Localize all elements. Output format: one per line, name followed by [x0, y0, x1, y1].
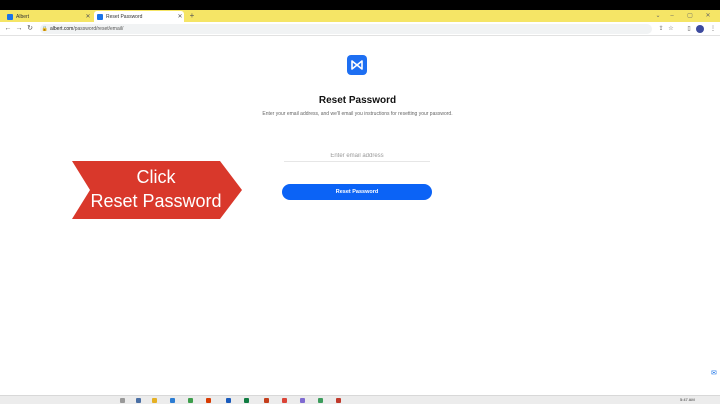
app-icon[interactable] [188, 398, 193, 403]
menu-icon[interactable]: ⋮ [708, 24, 718, 34]
callout-text: Click Reset Password [86, 165, 226, 213]
word-icon[interactable] [226, 398, 231, 403]
task-view-icon[interactable] [136, 398, 141, 403]
minimize-icon[interactable]: – [666, 11, 678, 21]
albert-logo [347, 55, 367, 75]
tab-search-icon[interactable]: ⌄ [652, 11, 664, 21]
close-window-icon[interactable]: ✕ [702, 11, 714, 21]
share-icon[interactable]: ⇪ [656, 24, 666, 34]
chrome-icon[interactable] [282, 398, 287, 403]
app-icon[interactable] [300, 398, 305, 403]
new-tab-button[interactable]: + [187, 11, 197, 21]
address-bar[interactable]: 🔒 albert.com/password/reset/email/ [40, 24, 652, 34]
maximize-icon[interactable]: ▢ [684, 11, 696, 21]
taskbar: 5:47 AM [0, 395, 720, 404]
albert-favicon-icon [7, 13, 13, 20]
close-tab-icon[interactable]: ✕ [84, 13, 92, 20]
browser-toolbar: ← → ↻ 🔒 albert.com/password/reset/email/… [0, 22, 720, 36]
forward-icon[interactable]: → [14, 24, 24, 34]
file-explorer-icon[interactable] [152, 398, 157, 403]
search-icon[interactable] [120, 398, 125, 403]
lock-icon: 🔒 [41, 26, 49, 32]
reset-password-button[interactable]: Reset Password [282, 184, 432, 200]
email-input[interactable] [284, 150, 430, 162]
tab-albert[interactable]: Albert ✕ [4, 11, 92, 22]
page-content: Reset Password Enter your email address,… [0, 37, 720, 395]
page-title: Reset Password [318, 95, 397, 106]
tab-label: Albert [16, 13, 30, 20]
profile-avatar[interactable] [696, 25, 704, 33]
tab-label: Reset Password [106, 13, 143, 20]
app-icon[interactable] [336, 398, 341, 403]
bookmark-star-icon[interactable]: ☆ [666, 24, 676, 34]
app-icon[interactable] [318, 398, 323, 403]
browser-tab-strip: Albert ✕ Reset Password ✕ + ⌄ – ▢ ✕ [0, 10, 720, 22]
close-tab-icon[interactable]: ✕ [176, 13, 184, 20]
albert-favicon-icon [97, 13, 103, 20]
callout-line-1: Click [136, 167, 176, 187]
page-subtitle: Enter your email address, and we'll emai… [262, 111, 453, 117]
excel-icon[interactable] [244, 398, 249, 403]
powerpoint-icon[interactable] [264, 398, 269, 403]
callout-line-2: Reset Password [90, 191, 222, 211]
back-icon[interactable]: ← [3, 24, 13, 34]
side-panel-icon[interactable]: ▯ [684, 24, 694, 34]
tab-reset-password[interactable]: Reset Password ✕ [94, 11, 184, 22]
edge-icon[interactable] [170, 398, 175, 403]
feedback-icon[interactable]: ✉ [711, 370, 719, 378]
reload-icon[interactable]: ↻ [25, 24, 35, 34]
taskbar-clock: 5:47 AM [680, 397, 695, 402]
url-text: albert.com/password/reset/email/ [50, 26, 124, 32]
screen: Albert ✕ Reset Password ✕ + ⌄ – ▢ ✕ ← → … [0, 10, 720, 404]
app-icon[interactable] [206, 398, 211, 403]
